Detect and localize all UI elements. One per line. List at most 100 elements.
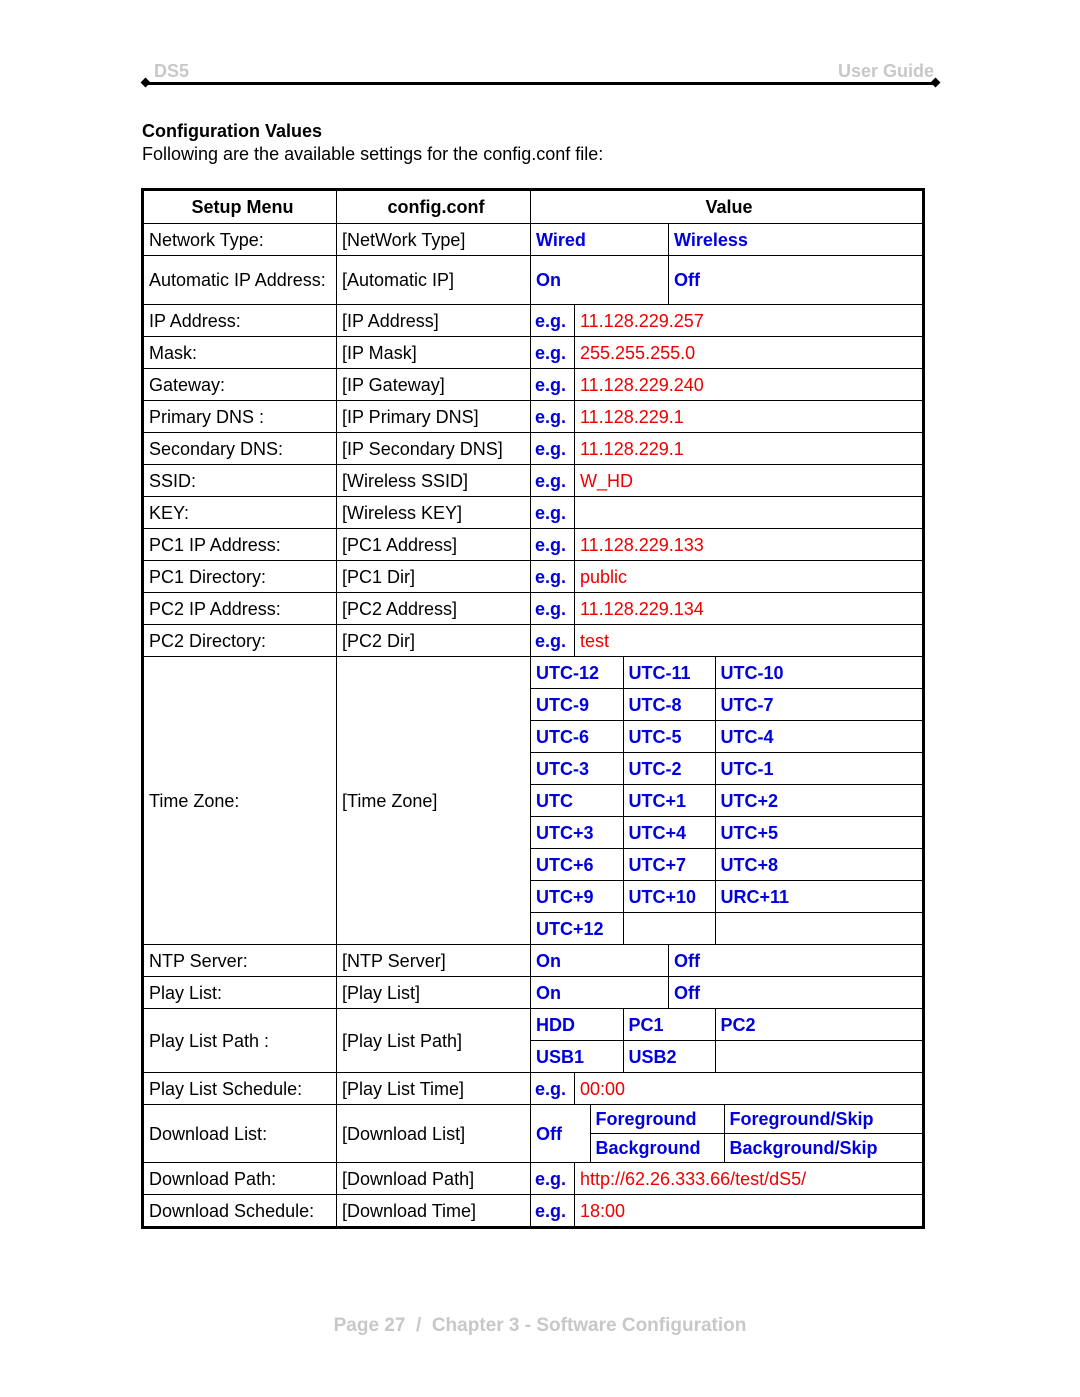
table-row: SSID: [Wireless SSID] e.g. W_HD — [142, 464, 925, 497]
eg-label: e.g. — [530, 528, 575, 561]
config-key-cell: [PC1 Address] — [336, 528, 531, 561]
eg-label: e.g. — [530, 496, 575, 529]
config-key-cell: [NTP Server] — [336, 944, 531, 977]
config-table: Setup Menu config.conf Value Network Typ… — [141, 188, 926, 1229]
tz-option: UTC-12 — [531, 657, 624, 689]
eg-label: e.g. — [530, 336, 575, 369]
table-row: Download Schedule: [Download Time] e.g. … — [142, 1194, 925, 1228]
setup-menu-cell: Download List: — [142, 1104, 337, 1163]
eg-label: e.g. — [530, 432, 575, 465]
tz-option: UTC-3 — [531, 752, 624, 785]
option-cell: Off — [667, 944, 925, 977]
rule-diamond-left-icon — [140, 77, 151, 88]
config-key-cell: [Download Time] — [336, 1194, 531, 1228]
setup-menu-cell: Play List Schedule: — [142, 1072, 337, 1105]
example-value: 11.128.229.1 — [573, 432, 925, 465]
setup-menu-cell: PC1 IP Address: — [142, 528, 337, 561]
setup-menu-cell: IP Address: — [142, 304, 337, 337]
table-row: Play List: [Play List] On Off — [142, 976, 925, 1009]
eg-label: e.g. — [530, 560, 575, 593]
table-row: Download Path: [Download Path] e.g. http… — [142, 1162, 925, 1195]
path-option: PC1 — [623, 1009, 716, 1041]
col-header-config-conf: config.conf — [336, 189, 531, 224]
time-zone-grid: UTC-12 UTC-11 UTC-10 UTC-9 UTC-8 UTC-7 UTC-6… — [531, 657, 923, 944]
table-row: Primary DNS : [IP Primary DNS] e.g. 11.1… — [142, 400, 925, 433]
download-option: Foreground/Skip — [724, 1105, 923, 1134]
config-key-cell: [PC1 Dir] — [336, 560, 531, 593]
config-key-cell: [Download Path] — [336, 1162, 531, 1195]
config-key-cell: [NetWork Type] — [336, 223, 531, 256]
setup-menu-cell: Network Type: — [142, 223, 337, 256]
table-row: Play List Schedule: [Play List Time] e.g… — [142, 1072, 925, 1105]
config-key-cell: [Wireless SSID] — [336, 464, 531, 497]
eg-label: e.g. — [530, 1162, 575, 1195]
example-value: 18:00 — [573, 1194, 925, 1228]
table-row: NTP Server: [NTP Server] On Off — [142, 944, 925, 977]
tz-option: UTC+5 — [715, 816, 923, 849]
table-row-time-zone: Time Zone: [Time Zone] UTC-12 UTC-11 UTC-1… — [142, 656, 925, 945]
setup-menu-cell: Time Zone: — [142, 656, 337, 945]
tz-option: UTC+10 — [623, 880, 716, 913]
tz-option: UTC+7 — [623, 848, 716, 881]
tz-option: UTC+8 — [715, 848, 923, 881]
config-key-cell: [Time Zone] — [336, 656, 531, 945]
setup-menu-cell: PC2 IP Address: — [142, 592, 337, 625]
tz-option: UTC+12 — [531, 912, 624, 944]
tz-option: UTC-11 — [623, 657, 716, 689]
path-option: USB2 — [623, 1040, 716, 1072]
config-key-cell: [IP Secondary DNS] — [336, 432, 531, 465]
config-key-cell: [IP Gateway] — [336, 368, 531, 401]
setup-menu-cell: Play List Path : — [142, 1008, 337, 1073]
time-zone-options: UTC-12 UTC-11 UTC-10 UTC-9 UTC-8 UTC-7 UTC-6… — [529, 656, 925, 945]
section-title: Configuration Values — [142, 121, 323, 141]
table-row: Gateway: [IP Gateway] e.g. 11.128.229.24… — [142, 368, 925, 401]
tz-option: UTC+6 — [531, 848, 624, 881]
tz-option: UTC-9 — [531, 688, 624, 721]
example-value — [573, 496, 925, 529]
option-cell: On — [530, 255, 669, 305]
table-row: PC1 IP Address: [PC1 Address] e.g. 11.12… — [142, 528, 925, 561]
example-value: 11.128.229.134 — [573, 592, 925, 625]
config-key-cell: [IP Primary DNS] — [336, 400, 531, 433]
tz-option: URC+11 — [715, 880, 923, 913]
config-key-cell: [PC2 Dir] — [336, 624, 531, 657]
setup-menu-cell: Play List: — [142, 976, 337, 1009]
doc-header-product: DS5 — [154, 61, 190, 81]
example-value: 00:00 — [573, 1072, 925, 1105]
config-key-cell: [PC2 Address] — [336, 592, 531, 625]
example-value: http://62.26.333.66/test/dS5/ — [573, 1162, 925, 1195]
tz-option: UTC-2 — [623, 752, 716, 785]
tz-option: UTC-8 — [623, 688, 716, 721]
section-intro: Following are the available settings for… — [142, 144, 604, 164]
setup-menu-cell: Automatic IP Address: — [142, 255, 337, 305]
example-value: W_HD — [573, 464, 925, 497]
tz-option: UTC-5 — [623, 720, 716, 753]
eg-label: e.g. — [530, 592, 575, 625]
config-key-cell: [Automatic IP] — [336, 255, 531, 305]
setup-menu-cell: Primary DNS : — [142, 400, 337, 433]
config-key-cell: [Play List Time] — [336, 1072, 531, 1105]
download-list-grid: Off Foreground Foreground/Skip Backgroun… — [531, 1105, 923, 1162]
setup-menu-cell: PC1 Directory: — [142, 560, 337, 593]
example-value: test — [573, 624, 925, 657]
example-value: 255.255.255.0 — [573, 336, 925, 369]
header-rule — [145, 82, 937, 85]
col-header-setup-menu: Setup Menu — [142, 189, 337, 224]
download-option: Background — [590, 1133, 725, 1162]
option-cell: On — [530, 944, 669, 977]
table-row: Mask: [IP Mask] e.g. 255.255.255.0 — [142, 336, 925, 369]
tz-option: UTC-7 — [715, 688, 923, 721]
example-value: 11.128.229.1 — [573, 400, 925, 433]
download-list-options: Off Foreground Foreground/Skip Backgroun… — [529, 1104, 925, 1163]
table-row: PC2 Directory: [PC2 Dir] e.g. test — [142, 624, 925, 657]
tz-option: UTC — [531, 784, 624, 817]
download-off-option: Off — [531, 1105, 591, 1162]
option-cell: Off — [667, 976, 925, 1009]
setup-menu-cell: NTP Server: — [142, 944, 337, 977]
option-cell: Off — [667, 255, 925, 305]
table-row: PC2 IP Address: [PC2 Address] e.g. 11.12… — [142, 592, 925, 625]
option-cell: Wired — [530, 223, 669, 256]
tz-option: UTC+2 — [715, 784, 923, 817]
setup-menu-cell: Download Path: — [142, 1162, 337, 1195]
setup-menu-cell: Download Schedule: — [142, 1194, 337, 1228]
